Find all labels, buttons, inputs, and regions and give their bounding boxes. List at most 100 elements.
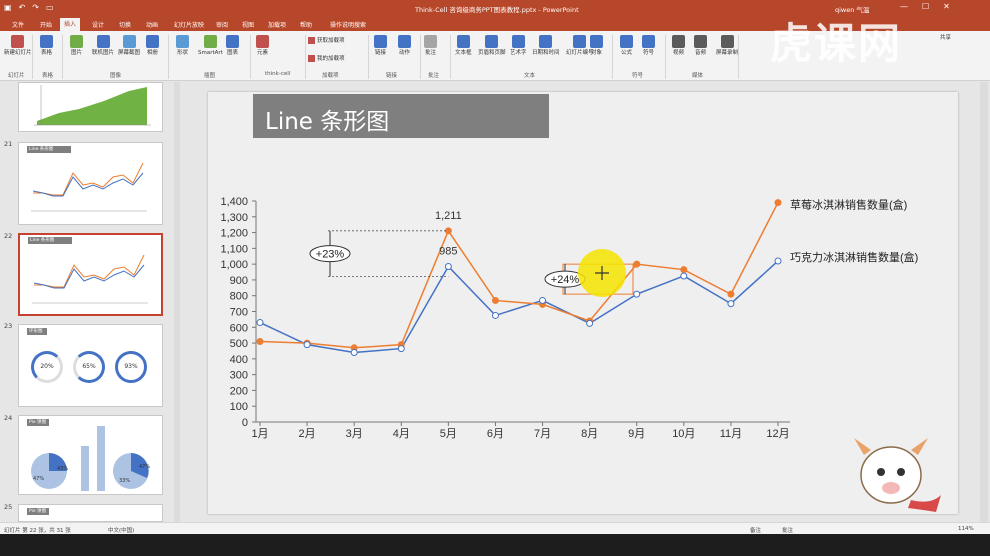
thumb-area-chart [34, 85, 151, 126]
data-point [491, 296, 499, 304]
tab-11[interactable]: 操作说明搜索 [326, 19, 370, 30]
thumb-label: 33% [119, 478, 131, 484]
data-point [256, 337, 264, 345]
ribbon-button-16[interactable]: 页眉和页脚 [478, 35, 506, 57]
notes-button[interactable]: 备注 [750, 526, 761, 534]
y-tick-label: 1,400 [220, 196, 248, 208]
language-indicator[interactable]: 中文(中国) [108, 526, 134, 534]
ribbon-button-4[interactable]: 屏幕截图 [118, 35, 140, 57]
ribbon-button-5[interactable]: 相册 [146, 35, 159, 57]
slide-thumbnail-23[interactable]: 环形图 20% 65% 93% [18, 324, 163, 407]
tab-0[interactable]: 文件 [8, 19, 28, 30]
ribbon-button-7[interactable]: SmartArt [198, 35, 223, 57]
diff-label: +23% [316, 249, 345, 261]
thumb-ring: 93% [115, 351, 147, 383]
zoom-level[interactable]: 114% [958, 526, 974, 532]
ribbon-button-25[interactable]: 屏幕录制 [716, 35, 738, 57]
tab-3[interactable]: 设计 [88, 19, 108, 30]
ribbon-button-21[interactable]: 公式 [620, 35, 633, 57]
data-point [350, 349, 358, 357]
ribbon-group-label: 图像 [110, 73, 122, 79]
maximize-icon[interactable]: ☐ [922, 2, 929, 11]
data-label: 985 [439, 246, 457, 258]
diff-label: +24% [551, 274, 580, 286]
ribbon-button-17[interactable]: 艺术字 [510, 35, 527, 57]
ribbon-button-20[interactable]: 对象 [590, 35, 603, 57]
tab-10[interactable]: 帮助 [296, 19, 316, 30]
ribbon-group-label: think-cell [265, 71, 291, 77]
ribbon-button-15[interactable]: 文本框 [455, 35, 472, 57]
tab-8[interactable]: 视图 [238, 19, 258, 30]
x-tick-label: 2月 [299, 428, 316, 440]
ribbon-button-2[interactable]: 图片 [70, 35, 83, 57]
video-bar [0, 534, 990, 556]
ribbon-group-label: 批注 [428, 73, 440, 79]
ribbon-button-1[interactable]: 表格 [40, 35, 53, 57]
ribbon-button-9[interactable]: 元素 [256, 35, 269, 57]
data-point [727, 290, 735, 298]
ribbon-group-label: 加载项 [322, 73, 339, 79]
y-tick-label: 100 [230, 401, 248, 413]
x-tick-label: 12月 [766, 428, 789, 440]
data-point [397, 345, 405, 353]
slide-thumbnail-24[interactable]: Pie 饼图 43% 47% 33% 47% [18, 415, 163, 495]
thumb-title: 环形图 [27, 328, 47, 335]
data-point [491, 311, 499, 319]
close-icon[interactable]: ✕ [943, 2, 950, 11]
ribbon-button-13[interactable]: 动作 [398, 35, 411, 57]
data-point [444, 227, 452, 235]
ribbon-button-11[interactable]: 我的加载项 [308, 55, 345, 63]
tab-4[interactable]: 切换 [115, 19, 135, 30]
tab-7[interactable]: 审阅 [212, 19, 232, 30]
share-button[interactable]: 共享 [940, 35, 951, 42]
tab-1[interactable]: 开始 [36, 19, 56, 30]
thumbnail-scrollbar[interactable] [174, 82, 180, 522]
slide-number: 24 [4, 414, 13, 422]
thumb-ring: 65% [73, 351, 105, 383]
slide-thumbnail-21[interactable]: Line 条形图 [18, 142, 163, 225]
slide-thumbnail-22[interactable]: Line 条形图 [18, 233, 163, 316]
comments-button[interactable]: 批注 [782, 526, 793, 534]
series-line [259, 202, 779, 349]
x-tick-label: 5月 [440, 428, 457, 440]
tab-6[interactable]: 幻灯片放映 [170, 19, 208, 30]
data-label: 1,211 [435, 210, 462, 222]
tab-5[interactable]: 动画 [142, 19, 162, 30]
ribbon-button-8[interactable]: 图表 [226, 35, 239, 57]
y-tick-label: 200 [230, 385, 248, 397]
save-icon[interactable]: ▣ [4, 3, 12, 12]
y-tick-label: 1,300 [220, 212, 248, 224]
undo-icon[interactable]: ↶ [19, 3, 26, 12]
present-icon[interactable]: ▭ [46, 3, 54, 12]
data-point [303, 341, 311, 349]
x-tick-label: 6月 [487, 428, 504, 440]
y-tick-label: 0 [242, 417, 248, 429]
ribbon-button-23[interactable]: 视频 [672, 35, 685, 57]
ribbon-button-24[interactable]: 音频 [694, 35, 707, 57]
watermark-logo: 虎课网 [770, 19, 903, 68]
ribbon-button-0[interactable]: 新建幻灯片 [4, 35, 32, 57]
redo-icon[interactable]: ↷ [32, 3, 39, 12]
ribbon-group-label: 媒体 [692, 73, 704, 79]
thumb-label: 47% [33, 476, 45, 482]
y-tick-label: 800 [230, 291, 248, 303]
ribbon-button-10[interactable]: 获取加载项 [308, 37, 345, 45]
slide-thumbnail-25[interactable]: Pie 饼图 [18, 504, 163, 522]
ribbon-button-22[interactable]: 符号 [642, 35, 655, 57]
ribbon-button-14[interactable]: 批注 [424, 35, 437, 57]
ribbon-group-label: 幻灯片 [8, 73, 25, 79]
ribbon-button-6[interactable]: 形状 [176, 35, 189, 57]
tab-9[interactable]: 加载项 [264, 19, 290, 30]
tab-2[interactable]: 插入 [60, 18, 81, 31]
thumb-label: 47% [139, 464, 151, 470]
ribbon-group-label: 表格 [42, 73, 54, 79]
editor-scrollbar[interactable] [980, 82, 988, 522]
slide-number: 23 [4, 322, 13, 330]
data-point [774, 257, 782, 265]
ribbon-button-12[interactable]: 链接 [374, 35, 387, 57]
ribbon-button-3[interactable]: 联机图片 [92, 35, 114, 57]
ribbon-button-18[interactable]: 日期和时间 [532, 35, 560, 57]
slide-thumbnail-20[interactable] [18, 82, 163, 132]
x-tick-label: 1月 [251, 428, 268, 440]
document-title: Think-Cell 咨询级商务PPT图表教程.pptx - PowerPoin… [415, 6, 579, 14]
